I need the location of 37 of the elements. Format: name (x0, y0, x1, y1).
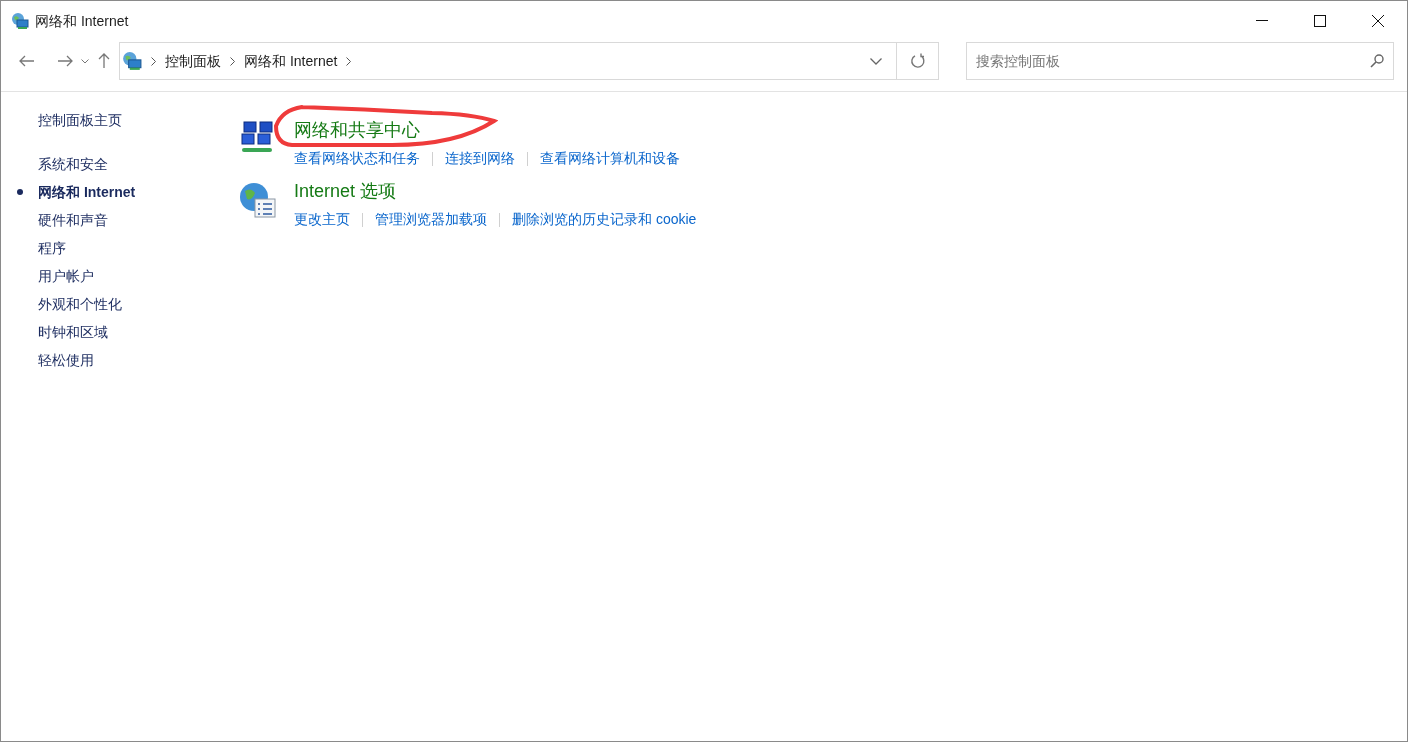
maximize-icon (1314, 15, 1326, 27)
task-link[interactable]: 删除浏览的历史记录和 cookie (512, 209, 697, 230)
chevron-icon (151, 56, 156, 66)
caret-icon (870, 57, 882, 65)
back-arrow-icon (19, 55, 35, 67)
search-icon (1370, 54, 1384, 68)
sidebar-item[interactable]: 硬件和声音 (38, 209, 108, 231)
address-bar[interactable]: 控制面板 网络和 Internet (119, 42, 939, 80)
breadcrumb-item[interactable]: 网络和 Internet (244, 50, 338, 72)
caret-icon (81, 58, 89, 64)
network-globe-icon (11, 12, 29, 30)
refresh-icon (909, 53, 926, 69)
minimize-icon (1256, 20, 1268, 22)
task-link[interactable]: 查看网络状态和任务 (294, 148, 420, 169)
sidebar-item[interactable]: 网络和 Internet (38, 181, 136, 203)
chevron-icon (346, 56, 352, 66)
sidebar-home-link[interactable]: 控制面板主页 (38, 110, 238, 134)
network-globe-icon (122, 51, 142, 71)
task-link[interactable]: 连接到网络 (445, 148, 515, 169)
chevron-icon (230, 56, 235, 66)
up-arrow-icon (98, 53, 110, 69)
sidebar-item[interactable]: 轻松使用 (38, 349, 94, 371)
sidebar-item[interactable]: 系统和安全 (38, 153, 108, 175)
sidebar-item[interactable]: 外观和个性化 (38, 293, 122, 315)
category-title-link[interactable]: Internet 选项 (294, 179, 397, 203)
task-link[interactable]: 更改主页 (294, 209, 350, 230)
globe-checklist-icon (239, 181, 277, 219)
sidebar-item[interactable]: 时钟和区域 (38, 321, 108, 343)
window-title: 网络和 Internet (35, 11, 129, 31)
close-icon (1372, 15, 1384, 27)
forward-arrow-icon (57, 55, 73, 67)
sidebar-item[interactable]: 用户帐户 (38, 265, 94, 287)
task-link[interactable]: 管理浏览器加载项 (375, 209, 487, 230)
search-field[interactable]: 搜索控制面板 (966, 42, 1394, 80)
task-link[interactable]: 查看网络计算机和设备 (540, 148, 680, 169)
sidebar-item[interactable]: 程序 (38, 237, 66, 259)
breadcrumb-item[interactable]: 控制面板 (165, 50, 221, 72)
